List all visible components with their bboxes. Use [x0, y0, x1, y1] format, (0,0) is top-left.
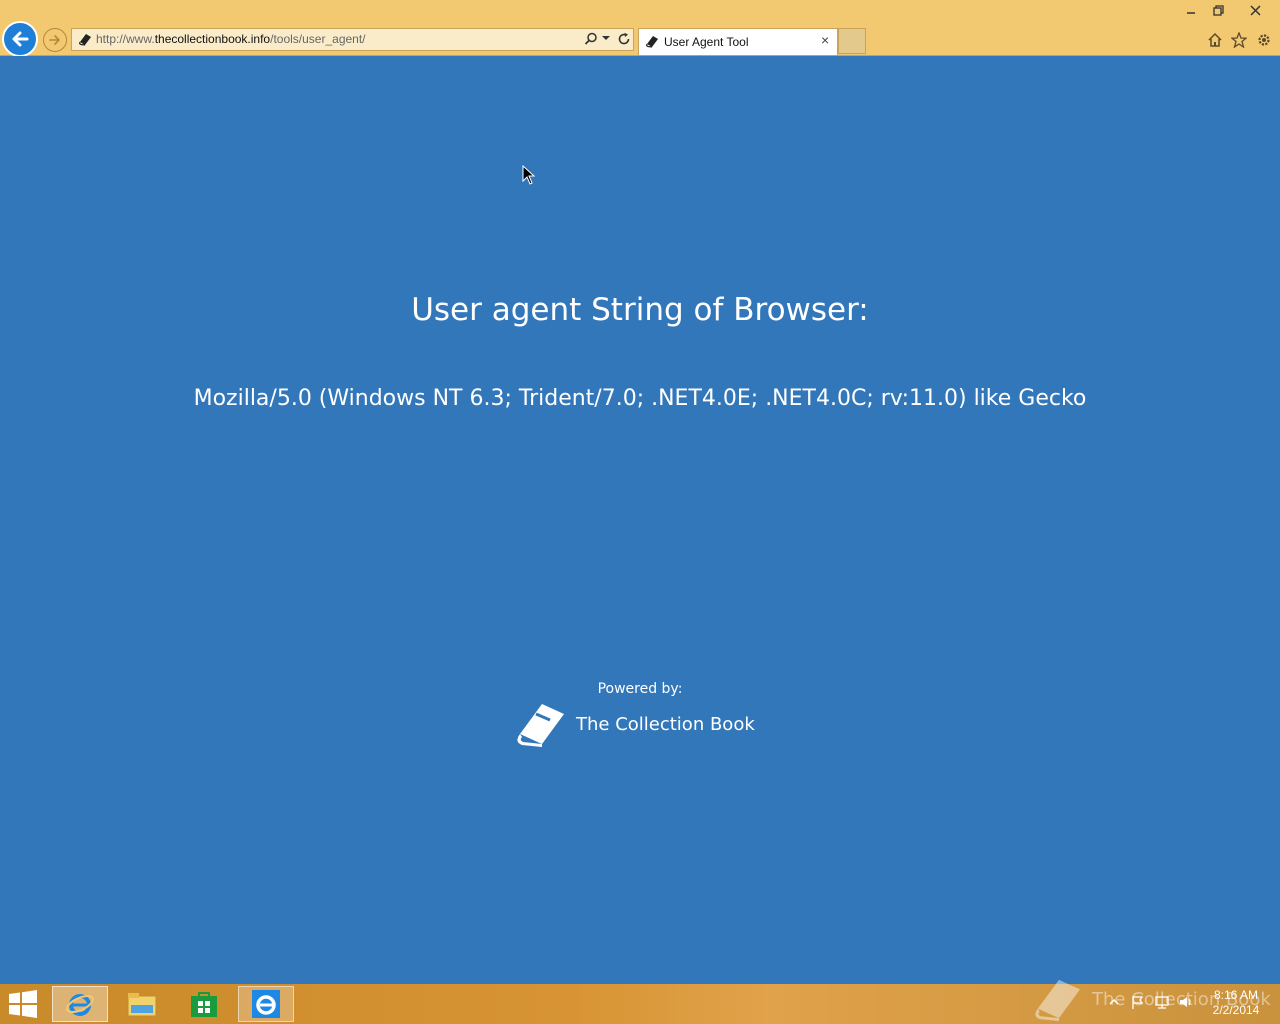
restore-icon — [1212, 4, 1224, 16]
folder-icon — [127, 993, 157, 1017]
forward-button[interactable] — [43, 28, 67, 52]
brand-name: The Collection Book — [576, 713, 755, 735]
internet-explorer-icon — [252, 990, 280, 1018]
brand-link[interactable]: The Collection Book — [514, 699, 755, 749]
taskbar-internet-explorer[interactable] — [52, 986, 108, 1022]
tab-close-button[interactable]: × — [821, 32, 829, 48]
clock-time: 8:16 AM — [1213, 988, 1259, 1002]
store-icon — [191, 992, 217, 1017]
forward-arrow-icon — [49, 35, 60, 45]
page-heading: User agent String of Browser: — [411, 292, 869, 328]
mouse-cursor-icon — [522, 165, 536, 185]
book-logo-icon — [1035, 979, 1080, 1022]
address-bar[interactable]: http://www.thecollectionbook.info/tools/… — [71, 28, 634, 51]
star-icon — [1231, 32, 1247, 48]
powered-by-label: Powered by: — [597, 681, 683, 697]
chevron-down-icon[interactable] — [602, 34, 610, 42]
gear-icon — [1258, 34, 1270, 46]
address-prefix: http://www. — [96, 32, 155, 46]
favorites-button[interactable] — [1229, 30, 1249, 50]
system-tray — [1106, 994, 1194, 1010]
taskbar-file-explorer[interactable] — [114, 986, 170, 1022]
show-hidden-icons-icon[interactable] — [1106, 994, 1122, 1010]
refresh-icon[interactable] — [617, 32, 631, 46]
taskbar-store[interactable] — [176, 986, 232, 1022]
action-center-flag-icon[interactable] — [1130, 994, 1146, 1010]
back-arrow-icon — [12, 31, 29, 47]
address-domain: thecollectionbook.info — [154, 32, 271, 46]
tab-user-agent-tool[interactable]: User Agent Tool × — [638, 28, 838, 55]
user-agent-string: Mozilla/5.0 (Windows NT 6.3; Trident/7.0… — [193, 386, 1087, 411]
internet-explorer-icon — [66, 994, 94, 1016]
book-logo-icon — [517, 704, 564, 747]
new-tab-button[interactable] — [838, 28, 866, 54]
network-icon[interactable] — [1154, 994, 1170, 1010]
browser-chrome: http://www.thecollectionbook.info/tools/… — [0, 0, 1280, 57]
book-favicon-icon — [79, 34, 91, 46]
tools-button[interactable] — [1254, 30, 1274, 50]
page-content: User agent String of Browser: Mozilla/5.… — [0, 56, 1280, 984]
close-icon — [1249, 4, 1261, 16]
clock-date: 2/2/2014 — [1212, 1003, 1260, 1017]
minimize-button[interactable] — [1178, 0, 1204, 20]
minimize-icon — [1187, 12, 1195, 14]
volume-icon[interactable] — [1178, 994, 1194, 1010]
windows-start-icon[interactable] — [8, 990, 38, 1018]
book-favicon-icon — [646, 36, 658, 48]
restore-button[interactable] — [1205, 0, 1231, 20]
tab-label: User Agent Tool — [664, 35, 749, 49]
back-button[interactable] — [2, 21, 38, 57]
address-path: /tools/user_agent/ — [270, 32, 366, 46]
address-text: http://www.thecollectionbook.info/tools/… — [96, 32, 366, 46]
search-icon[interactable] — [584, 32, 598, 46]
taskbar-internet-explorer-modern[interactable] — [238, 986, 294, 1022]
home-button[interactable] — [1205, 30, 1225, 50]
system-clock[interactable]: 8:16 AM 2/2/2014 — [1206, 988, 1266, 1018]
home-icon — [1208, 32, 1222, 47]
close-window-button[interactable] — [1232, 0, 1278, 20]
